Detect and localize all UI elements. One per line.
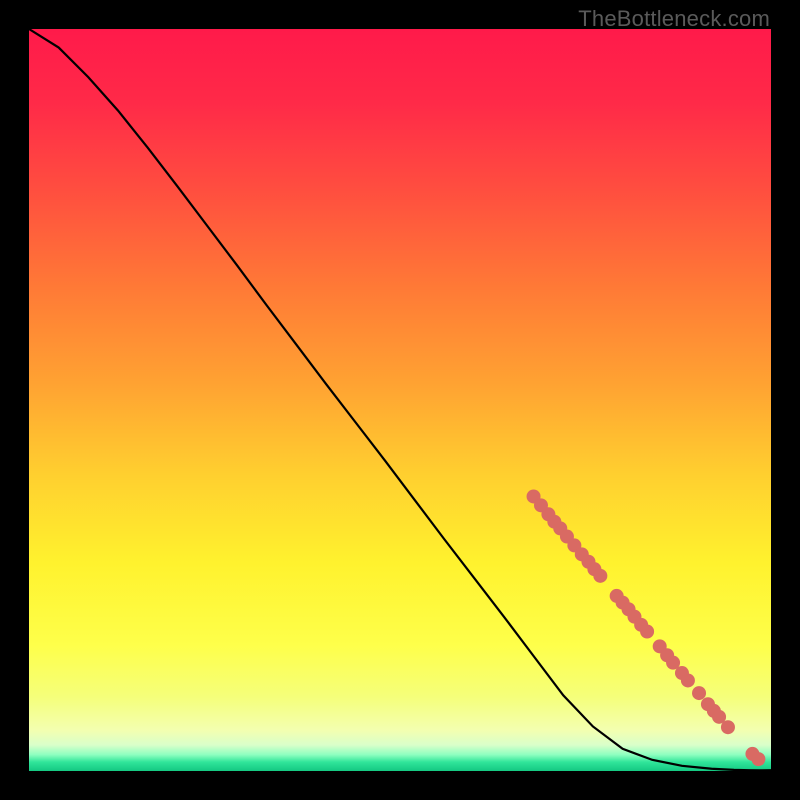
chart-svg — [29, 29, 771, 771]
data-marker — [721, 720, 735, 734]
plot-area — [29, 29, 771, 771]
data-marker — [692, 686, 706, 700]
data-marker — [593, 569, 607, 583]
data-marker — [751, 752, 765, 766]
data-marker — [640, 625, 654, 639]
data-marker — [681, 673, 695, 687]
gradient-background — [29, 29, 771, 771]
chart-frame: TheBottleneck.com — [0, 0, 800, 800]
